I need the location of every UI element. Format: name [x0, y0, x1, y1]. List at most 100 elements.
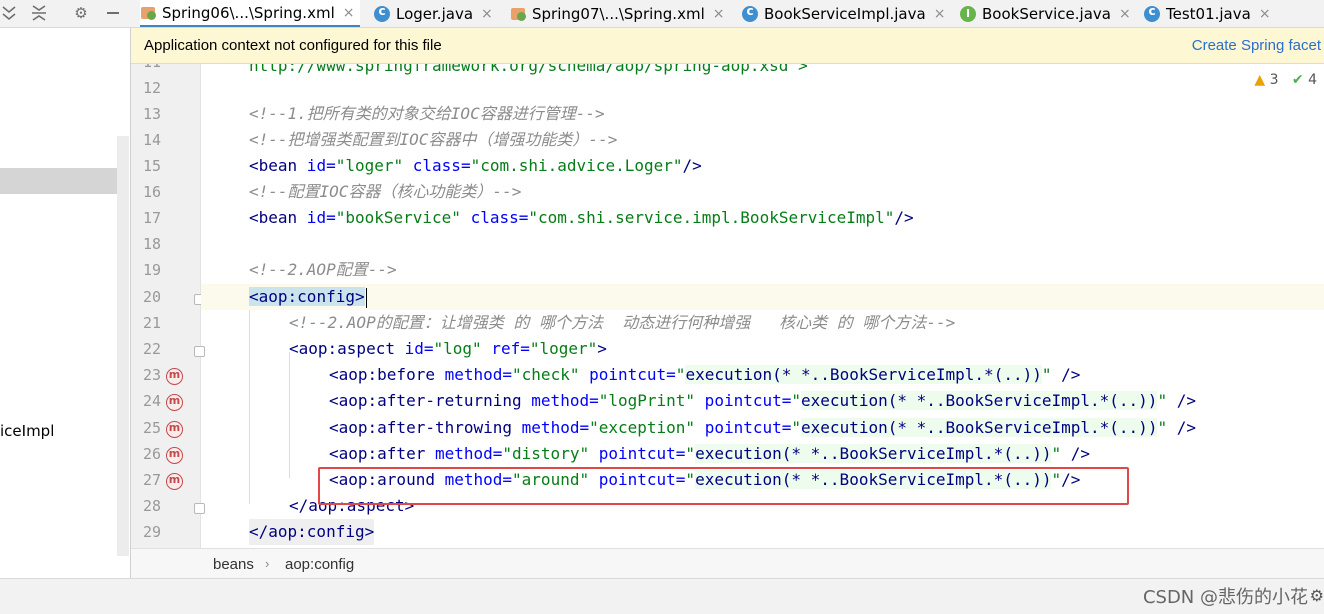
tab-label: Spring06\...\Spring.xml: [162, 3, 335, 22]
code-line-13: <!--1.把所有类的对象交给IOC容器进行管理-->: [201, 101, 1324, 127]
inspection-widget[interactable]: ▲ 3 ✔ 4: [1254, 72, 1317, 88]
project-toolbar: ⚙: [0, 0, 131, 28]
xml-attr: method=: [434, 470, 513, 489]
bean-method-icon[interactable]: m: [166, 421, 183, 438]
pointcut-expression: execution(* *..BookServiceImpl.*(..)): [685, 365, 1042, 384]
editor-tab-bar: Spring06\...\Spring.xml × Loger.java × S…: [131, 0, 1324, 28]
project-panel: ⚙ iceImpl: [0, 0, 131, 578]
xml-attr: pointcut=: [589, 470, 686, 489]
code-line-29: </aop:config>: [201, 519, 1324, 545]
class-icon: [374, 4, 390, 22]
status-bar: [0, 578, 1324, 614]
line-number: 29: [142, 523, 161, 541]
tree-item-label[interactable]: iceImpl: [0, 422, 54, 440]
bean-method-icon[interactable]: m: [166, 473, 183, 490]
pointcut-expression: execution(* *..BookServiceImpl.*(..)): [695, 470, 1052, 489]
xml-attr: class=: [460, 208, 529, 227]
code-line-17: <bean id="bookService" class="com.shi.se…: [201, 205, 1324, 231]
breadcrumb-item-beans[interactable]: beans: [213, 556, 254, 573]
close-icon[interactable]: ×: [713, 6, 725, 22]
xml-attr: id=: [297, 156, 336, 175]
tab-label: BookServiceImpl.java: [764, 5, 926, 23]
collapse-all-icon[interactable]: [30, 4, 48, 22]
gear-icon[interactable]: ⚙: [1310, 586, 1324, 605]
xml-value: ": [675, 365, 686, 384]
close-icon[interactable]: ×: [481, 6, 493, 22]
tab-spring06-xml[interactable]: Spring06\...\Spring.xml ×: [140, 0, 361, 27]
line-number: 11: [131, 64, 161, 71]
close-icon[interactable]: ×: [934, 6, 946, 22]
xml-value: "check": [512, 365, 580, 384]
xml-value: ": [1157, 391, 1168, 410]
project-scrollbar[interactable]: [117, 136, 129, 556]
chevron-right-icon: ›: [265, 556, 270, 571]
tab-spring07-xml[interactable]: Spring07\...\Spring.xml ×: [510, 0, 725, 27]
code-line-15: <bean id="loger" class="com.shi.advice.L…: [201, 153, 1324, 179]
tab-label: Test01.java: [1166, 5, 1251, 23]
xml-value: ": [791, 418, 802, 437]
create-spring-facet-link[interactable]: Create Spring facet: [1192, 37, 1321, 54]
line-number: 13: [142, 105, 161, 123]
xml-attr: method=: [434, 365, 513, 384]
xml-value: "log": [433, 339, 482, 358]
xml-tag: <aop:after-throwing: [329, 418, 513, 437]
tab-loger-java[interactable]: Loger.java ×: [374, 0, 493, 27]
xml-value: ": [1157, 418, 1168, 437]
tab-label: BookService.java: [982, 5, 1111, 23]
tab-bookserviceimpl-java[interactable]: BookServiceImpl.java ×: [742, 0, 946, 27]
line-number: 23: [142, 366, 161, 384]
class-icon: [742, 4, 758, 22]
xml-value: "logPrint": [598, 391, 696, 410]
xml-value: "loger": [335, 156, 404, 175]
xml-file-icon: [510, 6, 526, 22]
ok-count: 4: [1308, 72, 1317, 88]
breadcrumb-item-aop-config[interactable]: aop:config: [285, 556, 354, 573]
tab-test01-java[interactable]: Test01.java ×: [1144, 0, 1271, 27]
warning-count: 3: [1269, 72, 1279, 88]
xml-attr: pointcut=: [695, 418, 792, 437]
code-editor[interactable]: 11 12 13 14 15 16 17 18 19 20 21 22 23 2…: [131, 64, 1324, 548]
xml-tag: />: [682, 156, 702, 175]
close-icon[interactable]: ×: [1119, 6, 1131, 22]
code-line-26: <aop:after method="distory" pointcut="ex…: [201, 441, 1324, 467]
xml-value: ": [685, 470, 696, 489]
line-number: 17: [142, 209, 161, 227]
bean-method-icon[interactable]: m: [166, 447, 183, 464]
xml-comment: <!--2.AOP的配置：让增强类 的 哪个方法 动态进行何种增强 核心类 的 …: [289, 313, 956, 332]
xml-comment: <!--把增强类配置到IOC容器中（增强功能类）-->: [249, 130, 618, 149]
code-line-21: <!--2.AOP的配置：让增强类 的 哪个方法 动态进行何种增强 核心类 的 …: [201, 310, 1324, 336]
xml-attr: id=: [394, 339, 434, 358]
code-line-20: <aop:config>: [201, 284, 1324, 310]
code-line-28: </aop:aspect>: [201, 493, 1324, 519]
code-line-27: <aop:around method="around" pointcut="ex…: [201, 467, 1324, 493]
bean-method-icon[interactable]: m: [166, 368, 183, 385]
close-icon[interactable]: ×: [343, 5, 355, 21]
xml-attr: method=: [425, 444, 503, 463]
code-line-23: <aop:before method="check" pointcut="exe…: [201, 362, 1324, 388]
hide-icon[interactable]: [104, 4, 122, 22]
xml-value: ": [1041, 365, 1052, 384]
xml-value: ": [1051, 470, 1062, 489]
bean-method-icon[interactable]: m: [166, 394, 183, 411]
xml-attr: method=: [512, 418, 590, 437]
xml-tag: />: [1167, 418, 1196, 437]
xml-comment: <!--1.把所有类的对象交给IOC容器进行管理-->: [249, 104, 605, 123]
pointcut-expression: execution(* *..BookServiceImpl.*(..)): [801, 391, 1158, 410]
watermark-text: CSDN @悲伤的小花: [1142, 587, 1308, 608]
xml-tag: />: [1061, 444, 1091, 463]
close-icon[interactable]: ×: [1259, 6, 1271, 22]
gear-icon[interactable]: ⚙: [72, 4, 90, 22]
code-line-14: <!--把增强类配置到IOC容器中（增强功能类）-->: [201, 127, 1324, 153]
line-number: 28: [142, 497, 161, 515]
xml-tag: <aop:around: [329, 470, 435, 489]
pointcut-expression: execution(* *..BookServiceImpl.*(..)): [801, 418, 1158, 437]
line-number: 16: [142, 183, 161, 201]
check-icon: ✔: [1291, 72, 1304, 88]
tree-selected-row[interactable]: [0, 168, 117, 194]
expand-all-icon[interactable]: [0, 4, 18, 22]
xml-attr: pointcut=: [589, 444, 686, 463]
xml-attr: ref=: [481, 339, 530, 358]
tab-bookservice-java[interactable]: BookService.java ×: [960, 0, 1131, 27]
text-caret: [365, 287, 367, 308]
line-number: 19: [142, 261, 161, 279]
